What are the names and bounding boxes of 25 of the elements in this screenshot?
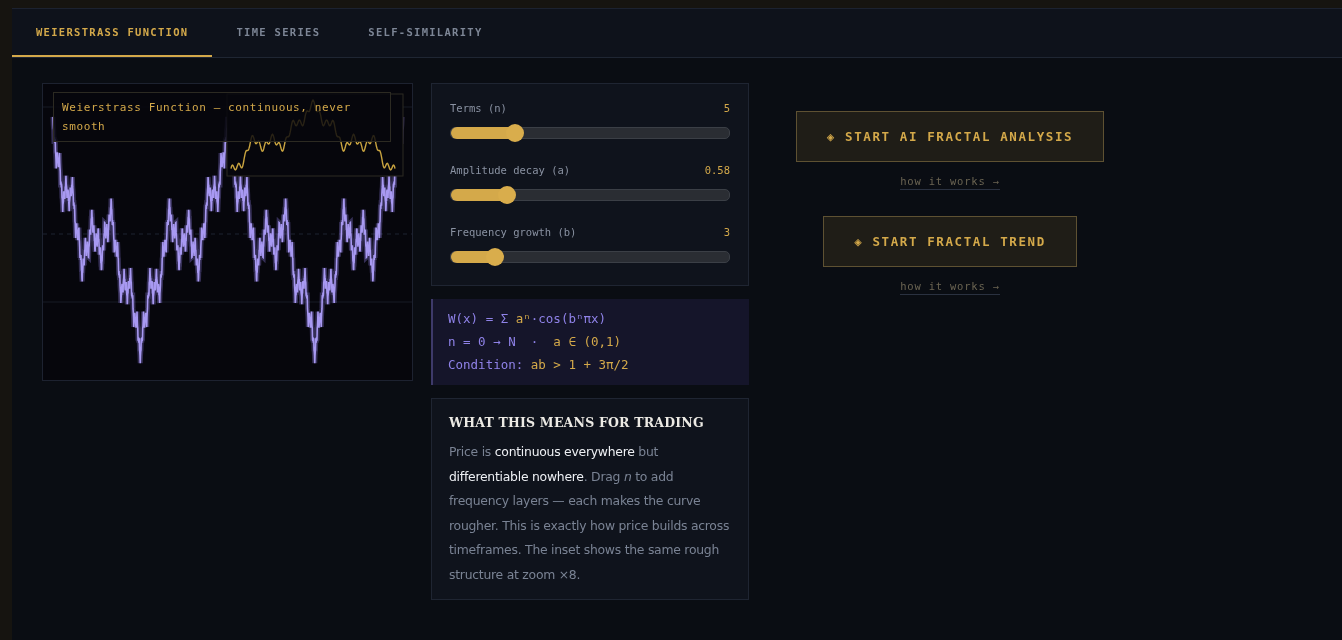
slider-label: Amplitude decay (a) (450, 164, 571, 176)
card-title: WHAT THIS MEANS FOR TRADING (449, 415, 705, 430)
slider-track[interactable] (450, 189, 730, 201)
how-it-works-link[interactable]: how it works → (900, 175, 1000, 190)
plot-title: Weierstrass Function — continuous, never smooth (53, 92, 391, 142)
tab[interactable]: SELF-SIMILARITY (344, 9, 507, 57)
start-button[interactable]: ◈ START FRACTAL TREND (823, 216, 1077, 267)
tab[interactable]: TIME SERIES (212, 9, 345, 57)
formula-line: n = 0 → N · a ∈ (0,1) (448, 333, 623, 351)
slider-value: 3 (723, 226, 730, 238)
slider-label: Frequency growth (b) (450, 226, 577, 238)
slider-label: Terms (n) (450, 102, 507, 114)
card-paragraph: Price is continuous everywhere but differentiable nowhere. Drag n to add frequency layers — each makes the curve rougher. This is exactly how price builds across timeframes. The inset shows the same rough structure at zoom ×8. (449, 443, 731, 584)
slider-thumb[interactable] (486, 248, 505, 266)
start-button[interactable]: ◈ START AI FRACTAL ANALYSIS (795, 111, 1105, 162)
slider-value: 0.58 (704, 164, 730, 176)
slider-thumb[interactable] (497, 186, 516, 204)
slider-track[interactable] (450, 127, 730, 139)
slider-thumb[interactable] (505, 124, 524, 142)
formula-line: W(x) = Σ aⁿ·cos(bⁿπx) (448, 310, 608, 328)
how-it-works-link[interactable]: how it works → (900, 280, 1000, 295)
formula-line: Condition: ab > 1 + 3π/2 (448, 356, 630, 374)
slider-track[interactable] (450, 251, 730, 263)
slider-value: 5 (723, 102, 730, 114)
tab[interactable]: WEIERSTRASS FUNCTION (12, 9, 213, 57)
